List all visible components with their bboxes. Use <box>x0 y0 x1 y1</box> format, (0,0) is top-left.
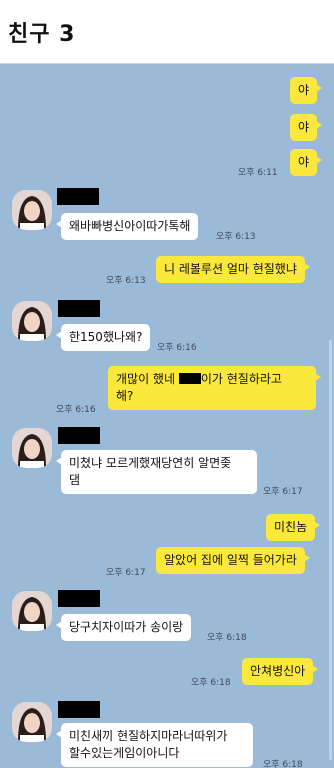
friend-message[interactable]: 미친새끼 현질하지마라너따위가 할수있는게임이아니다 <box>56 723 253 767</box>
friend-avatar[interactable] <box>12 190 52 230</box>
profile-photo-icon <box>12 190 52 230</box>
message-time: 오후 6:18 <box>207 633 247 643</box>
friend-name-redacted <box>57 188 99 205</box>
message-text-line2: 해? <box>116 389 134 403</box>
message-time: 오후 6:18 <box>191 678 231 688</box>
my-message[interactable]: 개많이 했네 이가 현질하라고 해? <box>108 366 321 410</box>
message-time: 오후 6:17 <box>106 568 146 578</box>
message-text-line1b: 이가 현질하라고 <box>200 372 282 386</box>
message-text: 야 <box>298 120 310 134</box>
message-text: 왜바빠병신아이따가톡해 <box>69 219 191 233</box>
message-text: 야 <box>298 83 310 97</box>
message-text-line2: 댐 <box>69 473 81 487</box>
redacted-name <box>178 373 201 384</box>
friend-avatar[interactable] <box>12 591 52 631</box>
message-time: 오후 6:18 <box>263 760 303 768</box>
message-text: 한150했나왜? <box>69 330 143 344</box>
friend-message[interactable]: 당구치자이따가 송이랑 <box>55 614 192 641</box>
friend-message[interactable]: 한150했나왜? <box>55 324 151 351</box>
message-text-line2: 할수있는게임이아니다 <box>69 746 180 760</box>
friend-avatar[interactable] <box>12 702 52 742</box>
my-message[interactable]: 야 <box>290 77 323 104</box>
message-time: 오후 6:11 <box>238 168 278 178</box>
friend-message[interactable]: 왜바빠병신아이따가톡해 <box>55 213 199 240</box>
message-text: 알았어 집에 일찍 들어가라 <box>164 553 297 567</box>
scrollbar[interactable] <box>329 340 332 760</box>
my-message[interactable]: 안쳐병신아 <box>242 658 319 685</box>
friend-message[interactable]: 미쳤냐 모르게했재당연히 알면좆 댐 <box>56 450 257 494</box>
message-text-line1: 미친새끼 현질하지마라너따위가 <box>69 729 228 743</box>
my-message[interactable]: 알았어 집에 일찍 들어가라 <box>156 547 310 574</box>
my-message[interactable]: 미친놈 <box>266 514 321 541</box>
message-text: 당구치자이따가 송이랑 <box>69 620 184 634</box>
my-message[interactable]: 야 <box>290 114 323 141</box>
profile-photo-icon <box>12 428 52 468</box>
my-message[interactable]: 야 <box>290 149 323 176</box>
chat-title: 친구 3 <box>8 21 76 47</box>
chat-header: 친구 3 <box>0 0 334 64</box>
my-message[interactable]: 니 레볼루션 얼마 현질했냐 <box>156 256 310 283</box>
friend-name-redacted <box>58 300 100 317</box>
message-text: 안쳐병신아 <box>250 664 306 678</box>
message-time: 오후 6:17 <box>263 487 303 497</box>
message-text-line1: 개많이 했네 <box>116 372 179 386</box>
friend-avatar[interactable] <box>12 428 52 468</box>
profile-photo-icon <box>12 702 52 742</box>
friend-name-redacted <box>58 427 100 444</box>
friend-name-redacted <box>58 701 100 718</box>
friend-avatar[interactable] <box>12 301 52 341</box>
message-text-line1: 미쳤냐 모르게했재당연히 알면좆 <box>69 456 232 470</box>
message-time: 오후 6:13 <box>216 232 256 242</box>
message-text: 미친놈 <box>274 520 308 534</box>
profile-photo-icon <box>12 301 52 341</box>
message-text: 야 <box>298 155 310 169</box>
profile-photo-icon <box>12 591 52 631</box>
message-time: 오후 6:16 <box>56 405 96 415</box>
message-text: 니 레볼루션 얼마 현질했냐 <box>164 262 297 276</box>
message-time: 오후 6:13 <box>106 276 146 286</box>
message-time: 오후 6:16 <box>157 343 197 353</box>
friend-name-redacted <box>58 590 100 607</box>
